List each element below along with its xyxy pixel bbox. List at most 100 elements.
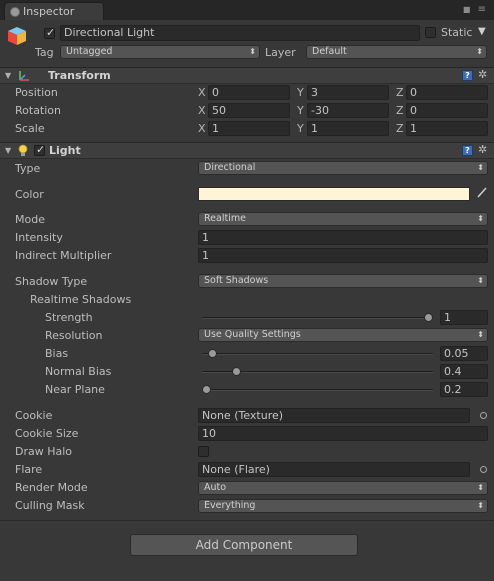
- shadow-type-label: Shadow Type: [15, 275, 88, 288]
- position-z-axis[interactable]: Z: [396, 86, 404, 99]
- chevron-updown-icon: ⬍: [477, 483, 484, 492]
- near-plane-label: Near Plane: [45, 383, 105, 396]
- near-plane-slider-track[interactable]: [202, 389, 433, 391]
- culling-mask-dropdown[interactable]: Everything ⬍: [198, 499, 488, 513]
- rotation-y-field[interactable]: -30: [307, 103, 389, 118]
- draw-halo-checkbox[interactable]: [198, 446, 209, 457]
- draw-halo-label: Draw Halo: [15, 445, 73, 458]
- chevron-updown-icon: ⬍: [477, 214, 484, 223]
- check-icon: ✓: [36, 143, 46, 156]
- foldout-icon[interactable]: ▼: [5, 146, 11, 155]
- light-enabled-checkbox[interactable]: ✓: [34, 143, 46, 156]
- strength-slider-thumb[interactable]: [424, 313, 433, 322]
- section-divider: [0, 520, 494, 521]
- strength-field[interactable]: 1: [440, 310, 488, 325]
- indirect-multiplier-field[interactable]: 1: [198, 248, 488, 263]
- bias-slider-thumb[interactable]: [207, 349, 217, 358]
- type-value: Directional: [204, 162, 256, 173]
- help-icon[interactable]: ?: [462, 70, 473, 81]
- inspector-tab-bar: Inspector ■ ≡: [0, 0, 494, 20]
- rotation-x-field[interactable]: 50: [208, 103, 290, 118]
- light-header[interactable]: ▼ ✓ Light ? ✲: [0, 142, 494, 159]
- rotation-x-axis[interactable]: X: [198, 104, 206, 117]
- transform-icon: [17, 69, 31, 86]
- transform-title: Transform: [48, 69, 111, 82]
- static-dropdown-arrow-icon[interactable]: ▼: [478, 26, 486, 37]
- menu-icon[interactable]: ≡: [478, 4, 488, 15]
- near-plane-slider-thumb[interactable]: [202, 385, 211, 394]
- rotation-z-field[interactable]: 0: [406, 103, 488, 118]
- light-title: Light: [49, 144, 81, 157]
- chevron-updown-icon: ⬍: [477, 501, 484, 510]
- intensity-field[interactable]: 1: [198, 230, 488, 245]
- normal-bias-slider-thumb[interactable]: [231, 367, 241, 376]
- gear-icon[interactable]: ✲: [478, 68, 487, 81]
- indirect-multiplier-label: Indirect Multiplier: [15, 249, 112, 262]
- cookie-size-label: Cookie Size: [15, 427, 79, 440]
- color-label: Color: [15, 188, 44, 201]
- mode-label: Mode: [15, 213, 45, 226]
- help-icon[interactable]: ?: [462, 145, 473, 156]
- realtime-shadows-label: Realtime Shadows: [30, 293, 132, 306]
- render-mode-value: Auto: [204, 482, 227, 493]
- cookie-size-field[interactable]: 10: [198, 426, 488, 441]
- inspector-tab[interactable]: Inspector: [4, 2, 104, 20]
- tab-tools: ■ ≡: [463, 4, 488, 15]
- normal-bias-field[interactable]: 0.4: [440, 364, 488, 379]
- chevron-updown-icon: ⬍: [477, 276, 484, 285]
- add-component-button[interactable]: Add Component: [130, 534, 358, 556]
- rotation-z-axis[interactable]: Z: [396, 104, 404, 117]
- static-label: Static: [441, 26, 473, 39]
- color-swatch[interactable]: [198, 187, 470, 201]
- type-dropdown[interactable]: Directional ⬍: [198, 161, 488, 175]
- rotation-y-axis[interactable]: Y: [297, 104, 304, 117]
- tag-dropdown[interactable]: Untagged ⬍: [60, 45, 260, 59]
- lightbulb-icon: [17, 144, 29, 161]
- layer-label: Layer: [265, 46, 296, 59]
- gear-icon[interactable]: ✲: [478, 143, 487, 156]
- mode-value: Realtime: [204, 213, 246, 224]
- chevron-updown-icon: ⬍: [476, 47, 483, 56]
- cookie-field[interactable]: None (Texture): [198, 408, 470, 423]
- scale-x-field[interactable]: 1: [208, 121, 290, 136]
- inspector-icon: [10, 7, 20, 17]
- resolution-label: Resolution: [45, 329, 103, 342]
- bias-label: Bias: [45, 347, 69, 360]
- bias-field[interactable]: 0.05: [440, 346, 488, 361]
- bias-slider-track[interactable]: [202, 353, 433, 355]
- shadow-type-value: Soft Shadows: [204, 275, 269, 286]
- position-label: Position: [15, 86, 58, 99]
- mode-dropdown[interactable]: Realtime ⬍: [198, 212, 488, 226]
- flare-field[interactable]: None (Flare): [198, 462, 470, 477]
- check-icon: ✓: [46, 26, 56, 39]
- scale-z-axis[interactable]: Z: [396, 122, 404, 135]
- resolution-dropdown[interactable]: Use Quality Settings ⬍: [198, 328, 488, 342]
- active-checkbox[interactable]: ✓: [44, 26, 56, 39]
- position-z-field[interactable]: 0: [406, 85, 488, 100]
- scale-y-field[interactable]: 1: [307, 121, 389, 136]
- render-mode-dropdown[interactable]: Auto ⬍: [198, 481, 488, 495]
- position-x-field[interactable]: 0: [208, 85, 290, 100]
- cookie-label: Cookie: [15, 409, 53, 422]
- lock-icon[interactable]: ■: [463, 5, 473, 14]
- layer-dropdown[interactable]: Default ⬍: [306, 45, 487, 59]
- scale-z-field[interactable]: 1: [406, 121, 488, 136]
- near-plane-field[interactable]: 0.2: [440, 382, 488, 397]
- position-x-axis[interactable]: X: [198, 86, 206, 99]
- rotation-label: Rotation: [15, 104, 62, 117]
- transform-header[interactable]: ▼ Transform ? ✲: [0, 67, 494, 84]
- foldout-icon[interactable]: ▼: [5, 71, 11, 80]
- chevron-updown-icon: ⬍: [477, 163, 484, 172]
- object-picker-icon[interactable]: [480, 412, 487, 419]
- gameobject-name-field[interactable]: Directional Light: [60, 25, 420, 41]
- scale-y-axis[interactable]: Y: [297, 122, 304, 135]
- strength-label: Strength: [45, 311, 93, 324]
- scale-x-axis[interactable]: X: [198, 122, 206, 135]
- object-picker-icon[interactable]: [480, 466, 487, 473]
- strength-slider-track[interactable]: [202, 317, 433, 319]
- position-y-field[interactable]: 3: [307, 85, 389, 100]
- static-checkbox[interactable]: [425, 27, 436, 38]
- eyedropper-icon[interactable]: [476, 185, 488, 202]
- position-y-axis[interactable]: Y: [297, 86, 304, 99]
- shadow-type-dropdown[interactable]: Soft Shadows ⬍: [198, 274, 488, 288]
